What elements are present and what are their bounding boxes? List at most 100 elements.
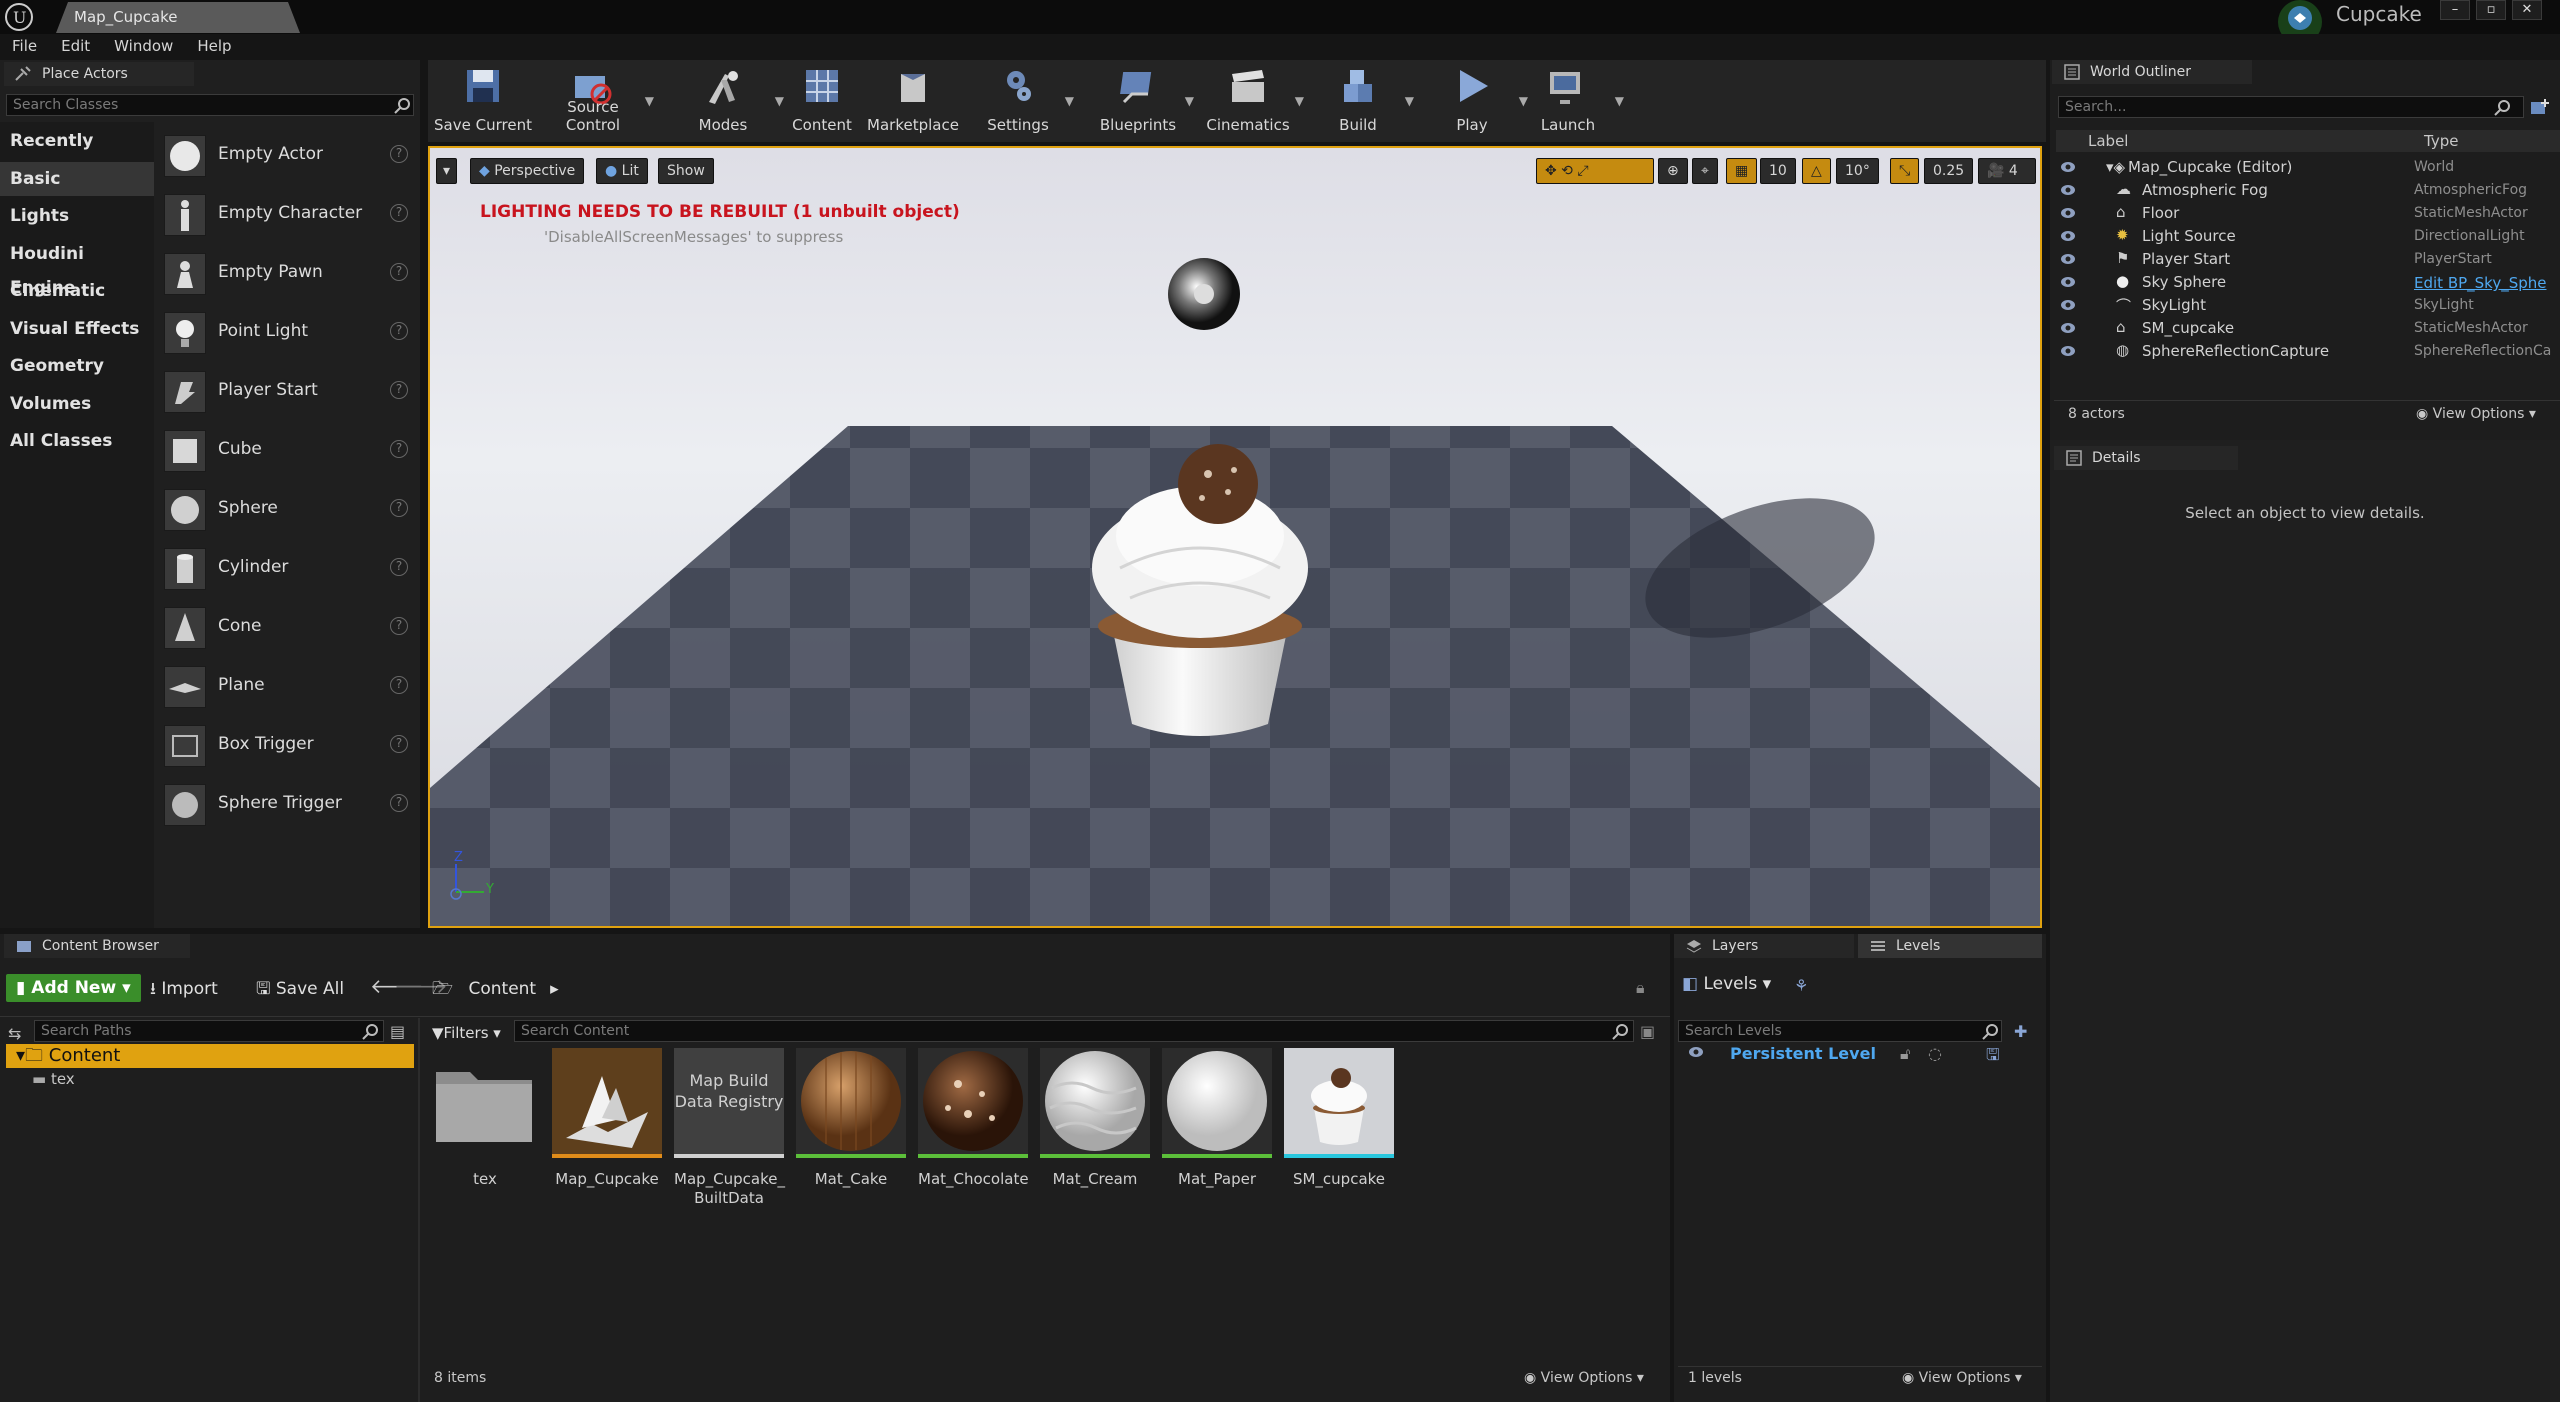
help-icon[interactable]: ? <box>390 794 408 812</box>
actor-player-start[interactable]: Player Start? <box>164 365 414 417</box>
source-control-button[interactable]: Source Control ▼ <box>538 64 654 140</box>
world-outliner-tab[interactable]: World Outliner <box>2052 60 2252 84</box>
help-icon[interactable]: ? <box>390 145 408 163</box>
surface-snap-icon[interactable]: ⌖ <box>1692 158 1718 184</box>
actor-box-trigger[interactable]: Box Trigger? <box>164 719 414 771</box>
viewport-options-button[interactable]: ▾ <box>436 158 458 184</box>
lock-icon[interactable]: 🔓︎ <box>1900 1044 1910 1064</box>
actor-cylinder[interactable]: Cylinder? <box>164 542 414 594</box>
outliner-row-player-start[interactable]: ⚑ Player Start PlayerStart <box>2050 248 2560 271</box>
rotation-snap-value[interactable]: 10° <box>1836 158 1879 184</box>
create-folder-icon[interactable] <box>2530 98 2550 116</box>
search-classes-input[interactable]: Search Classes <box>6 94 414 116</box>
category-geometry[interactable]: Geometry <box>0 349 154 383</box>
document-tab[interactable]: Map_Cupcake <box>56 2 300 33</box>
levels-tab[interactable]: Levels <box>1858 934 2042 958</box>
launch-button[interactable]: Launch ▼ <box>1518 64 1624 140</box>
category-houdini-engine[interactable]: Houdini Engine <box>0 237 154 298</box>
help-icon[interactable]: ? <box>390 322 408 340</box>
level-viewport[interactable]: ▾ ◆ Perspective ● Lit Show ✥ ⟲ ⤢ ⊕ ⌖ ▦ 1… <box>428 146 2042 928</box>
dropdown-arrow-icon[interactable]: ▼ <box>1065 94 1074 108</box>
column-type-header[interactable]: Type <box>2424 132 2458 150</box>
build-button[interactable]: Build ▼ <box>1308 64 1414 140</box>
sources-toggle-icon[interactable]: ⇆ <box>8 1024 21 1043</box>
outliner-row-sphere-reflection[interactable]: ◍ SphereReflectionCapture SphereReflection… <box>2050 340 2560 363</box>
grid-snap-icon[interactable]: ▦ <box>1726 158 1758 184</box>
actor-cone[interactable]: Cone? <box>164 601 414 653</box>
camera-speed-button[interactable]: 🎥 4 <box>1978 158 2036 184</box>
visibility-eye-icon[interactable] <box>2060 206 2076 220</box>
close-button[interactable]: ✕ <box>2512 0 2542 20</box>
category-all-classes[interactable]: All Classes <box>0 424 154 458</box>
settings-button[interactable]: Settings ▼ <box>968 64 1074 140</box>
lit-button[interactable]: ● Lit <box>596 158 648 184</box>
category-recently-placed[interactable]: Recently Placed <box>0 124 154 185</box>
visibility-eye-icon[interactable] <box>2060 183 2076 197</box>
asset-sm-cupcake[interactable]: SM_cupcake <box>1284 1048 1394 1189</box>
visibility-eye-icon[interactable] <box>2060 298 2076 312</box>
help-icon[interactable]: ? <box>390 381 408 399</box>
menu-edit[interactable]: Edit <box>49 34 102 60</box>
level-row-persistent[interactable]: Persistent Level 🔓︎ ◌ 🖫 <box>1678 1042 2042 1064</box>
help-icon[interactable]: ? <box>390 263 408 281</box>
asset-map-cupcake[interactable]: Map_Cupcake <box>552 1048 662 1189</box>
actor-plane[interactable]: Plane? <box>164 660 414 712</box>
outliner-view-options-button[interactable]: ◉ View Options ▾ <box>2416 406 2536 422</box>
save-search-icon[interactable]: ▣ <box>1640 1022 1655 1041</box>
menu-window[interactable]: Window <box>102 34 185 60</box>
category-visual-effects[interactable]: Visual Effects <box>0 312 154 346</box>
outliner-row-sky-sphere[interactable]: ● Sky Sphere Edit BP_Sky_Sphe <box>2050 271 2560 294</box>
outliner-row-atmospheric-fog[interactable]: ☁ Atmospheric Fog AtmosphericFog <box>2050 179 2560 202</box>
cinematics-button[interactable]: Cinematics ▼ <box>1198 64 1304 140</box>
visibility-eye-icon[interactable] <box>2060 344 2076 358</box>
actor-point-light[interactable]: Point Light? <box>164 306 414 358</box>
add-new-button[interactable]: ▮ Add New ▾ <box>6 974 141 1002</box>
modes-button[interactable]: Modes ▼ <box>668 64 784 140</box>
outliner-row-world[interactable]: ▾◈ Map_Cupcake (Editor) World <box>2050 156 2560 179</box>
dropdown-arrow-icon[interactable]: ▼ <box>1185 94 1194 108</box>
save-level-icon[interactable]: 🖫 <box>1986 1044 2000 1071</box>
actor-empty-character[interactable]: Empty Character? <box>164 188 414 240</box>
category-basic[interactable]: Basic <box>0 162 154 196</box>
show-button[interactable]: Show <box>658 158 714 184</box>
scale-snap-value[interactable]: 0.25 <box>1924 158 1974 184</box>
details-tab[interactable]: Details <box>2054 446 2238 470</box>
visibility-eye-icon[interactable] <box>2060 275 2076 289</box>
breadcrumb-arrow-icon[interactable]: ▸ <box>550 979 559 999</box>
visibility-eye-icon[interactable] <box>2060 160 2076 174</box>
visibility-eye-icon[interactable] <box>2060 321 2076 335</box>
category-lights[interactable]: Lights <box>0 199 154 233</box>
asset-mat-paper[interactable]: Mat_Paper <box>1162 1048 1272 1189</box>
help-icon[interactable]: ? <box>390 676 408 694</box>
help-icon[interactable]: ? <box>390 558 408 576</box>
outliner-row-skylight[interactable]: ⌒ SkyLight SkyLight <box>2050 294 2560 317</box>
add-level-icon[interactable]: ✚ <box>2014 1022 2027 1041</box>
outliner-search-input[interactable]: Search... <box>2058 96 2524 118</box>
levels-view-options-button[interactable]: ◉ View Options ▾ <box>1902 1370 2022 1386</box>
outliner-row-floor[interactable]: ⌂ Floor StaticMeshActor <box>2050 202 2560 225</box>
perspective-button[interactable]: ◆ Perspective <box>470 158 585 184</box>
help-icon[interactable]: ? <box>390 440 408 458</box>
save-current-button[interactable]: Save Current <box>428 64 538 140</box>
actor-cube[interactable]: Cube? <box>164 424 414 476</box>
summon-level-details-icon[interactable]: ⚘ <box>1794 976 1808 995</box>
dropdown-arrow-icon[interactable]: ▼ <box>1405 94 1414 108</box>
outliner-row-light-source[interactable]: ✹ Light Source DirectionalLight <box>2050 225 2560 248</box>
category-cinematic[interactable]: Cinematic <box>0 274 154 308</box>
actor-sphere[interactable]: Sphere? <box>164 483 414 535</box>
breadcrumb-content[interactable]: Content <box>468 979 536 999</box>
minimize-button[interactable]: – <box>2440 0 2470 20</box>
outliner-row-sm-cupcake[interactable]: ⌂ SM_cupcake StaticMeshActor <box>2050 317 2560 340</box>
search-paths-input[interactable]: Search Paths <box>34 1020 384 1042</box>
dropdown-arrow-icon[interactable]: ▼ <box>645 94 654 108</box>
search-levels-input[interactable]: Search Levels <box>1678 1020 2002 1042</box>
asset-map-builtdata[interactable]: Map Build Data Registry Map_Cupcake_ Bui… <box>674 1048 785 1208</box>
asset-mat-chocolate[interactable]: Mat_Chocolate <box>918 1048 1029 1189</box>
maximize-button[interactable]: ▫ <box>2476 0 2506 20</box>
marketplace-button[interactable]: Marketplace <box>858 64 968 140</box>
save-all-button[interactable]: 🖫 Save All <box>256 976 344 1005</box>
content-browser-tab[interactable]: Content Browser <box>4 934 190 958</box>
scale-snap-icon[interactable]: ⤡ <box>1890 158 1920 184</box>
visibility-eye-icon[interactable] <box>2060 252 2076 266</box>
help-icon[interactable]: ? <box>390 735 408 753</box>
